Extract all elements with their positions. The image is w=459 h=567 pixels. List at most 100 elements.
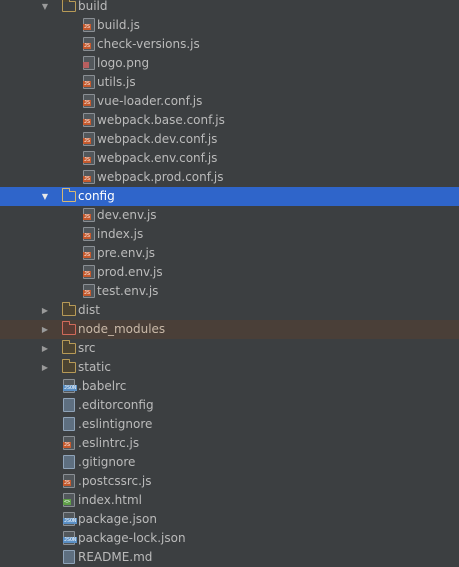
file-name: .postcssrc.js bbox=[78, 474, 152, 488]
file-row-babelrc[interactable]: JSON .babelrc bbox=[0, 377, 459, 396]
file-type-badge: JS bbox=[83, 43, 92, 49]
file-row-index-html[interactable]: <> index.html bbox=[0, 491, 459, 510]
file-row-check-versions-js[interactable]: JS check-versions.js bbox=[0, 35, 459, 54]
file-type-badge: JS bbox=[83, 100, 92, 106]
file-name: webpack.env.conf.js bbox=[97, 151, 218, 165]
file-row-logo-png[interactable]: logo.png bbox=[0, 54, 459, 73]
project-file-tree[interactable]: ▼ build JS build.js JS check-versions.js logo.… bbox=[0, 0, 459, 566]
file-name: test.env.js bbox=[97, 284, 159, 298]
file-row-build-js[interactable]: JS build.js bbox=[0, 16, 459, 35]
file-type-badge: JS bbox=[83, 214, 92, 220]
file-row-prod-env-js[interactable]: JS prod.env.js bbox=[0, 263, 459, 282]
file-type-badge: JS bbox=[83, 119, 92, 125]
file-row-index-js[interactable]: JS index.js bbox=[0, 225, 459, 244]
folder-icon bbox=[62, 340, 76, 354]
file-type-badge: JS bbox=[83, 252, 92, 258]
js-file-icon: JS bbox=[83, 227, 95, 241]
file-name: vue-loader.conf.js bbox=[97, 94, 203, 108]
folder-row-static[interactable]: ▶ static bbox=[0, 358, 459, 377]
file-name: .gitignore bbox=[78, 455, 136, 469]
file-type-badge bbox=[83, 62, 89, 68]
markdown-file-icon bbox=[63, 550, 75, 564]
file-type-badge: JS bbox=[83, 233, 92, 239]
folder-name: static bbox=[78, 360, 111, 374]
file-row-webpack-dev-conf-js[interactable]: JS webpack.dev.conf.js bbox=[0, 130, 459, 149]
file-row-readme-md[interactable]: README.md bbox=[0, 548, 459, 567]
excluded-folder-icon bbox=[62, 321, 76, 335]
file-row-webpack-env-conf-js[interactable]: JS webpack.env.conf.js bbox=[0, 149, 459, 168]
file-name: utils.js bbox=[97, 75, 136, 89]
js-file-icon: JS bbox=[83, 132, 95, 146]
file-row-gitignore[interactable]: .gitignore bbox=[0, 453, 459, 472]
js-file-icon: JS bbox=[83, 246, 95, 260]
folder-name: config bbox=[78, 189, 115, 203]
file-row-eslintrc-js[interactable]: JS .eslintrc.js bbox=[0, 434, 459, 453]
file-row-dev-env-js[interactable]: JS dev.env.js bbox=[0, 206, 459, 225]
folder-row-build[interactable]: ▼ build bbox=[0, 0, 459, 16]
file-type-badge: JS bbox=[83, 290, 92, 296]
json-file-icon: JSON bbox=[63, 531, 78, 545]
file-name: logo.png bbox=[97, 56, 150, 70]
file-row-webpack-base-conf-js[interactable]: JS webpack.base.conf.js bbox=[0, 111, 459, 130]
text-file-icon bbox=[63, 455, 75, 469]
folder-open-icon bbox=[62, 188, 76, 202]
folder-icon bbox=[62, 359, 76, 373]
image-file-icon bbox=[83, 56, 95, 70]
js-file-icon: JS bbox=[83, 208, 95, 222]
file-type-badge: JS bbox=[83, 24, 92, 30]
text-file-icon bbox=[63, 398, 75, 412]
js-file-icon: JS bbox=[63, 436, 75, 450]
folder-name: node_modules bbox=[78, 322, 166, 336]
json-file-icon: JSON bbox=[63, 512, 78, 526]
file-name: webpack.prod.conf.js bbox=[97, 170, 224, 184]
collapse-arrow-icon[interactable]: ▼ bbox=[40, 187, 50, 206]
js-file-icon: JS bbox=[83, 37, 95, 51]
file-type-badge: JSON bbox=[63, 537, 78, 543]
file-type-badge: JSON bbox=[63, 518, 78, 524]
file-row-utils-js[interactable]: JS utils.js bbox=[0, 73, 459, 92]
file-row-package-lock-json[interactable]: JSON package-lock.json bbox=[0, 529, 459, 548]
file-name: index.js bbox=[97, 227, 144, 241]
file-row-vue-loader-conf-js[interactable]: JS vue-loader.conf.js bbox=[0, 92, 459, 111]
file-row-editorconfig[interactable]: .editorconfig bbox=[0, 396, 459, 415]
file-row-test-env-js[interactable]: JS test.env.js bbox=[0, 282, 459, 301]
js-file-icon: JS bbox=[83, 170, 95, 184]
collapse-arrow-icon[interactable]: ▼ bbox=[40, 0, 50, 16]
folder-row-dist[interactable]: ▶ dist bbox=[0, 301, 459, 320]
expand-arrow-icon[interactable]: ▶ bbox=[40, 339, 50, 358]
text-file-icon bbox=[63, 417, 75, 431]
file-name: dev.env.js bbox=[97, 208, 157, 222]
file-name: check-versions.js bbox=[97, 37, 200, 51]
file-name: pre.env.js bbox=[97, 246, 156, 260]
js-file-icon: JS bbox=[83, 18, 95, 32]
expand-arrow-icon[interactable]: ▶ bbox=[40, 320, 50, 339]
folder-name: dist bbox=[78, 303, 100, 317]
html-file-icon: <> bbox=[63, 493, 75, 507]
folder-open-icon bbox=[62, 0, 76, 12]
file-name: .babelrc bbox=[78, 379, 127, 393]
file-name: package-lock.json bbox=[78, 531, 186, 545]
file-name: build.js bbox=[97, 18, 140, 32]
folder-icon bbox=[62, 302, 76, 316]
folder-row-config[interactable]: ▼ config bbox=[0, 187, 459, 206]
folder-row-node-modules[interactable]: ▶ node_modules bbox=[0, 320, 459, 339]
expand-arrow-icon[interactable]: ▶ bbox=[40, 358, 50, 377]
file-row-eslintignore[interactable]: .eslintignore bbox=[0, 415, 459, 434]
file-type-badge: JS bbox=[83, 138, 92, 144]
js-file-icon: JS bbox=[83, 113, 95, 127]
file-row-package-json[interactable]: JSON package.json bbox=[0, 510, 459, 529]
file-type-badge: JSON bbox=[63, 385, 78, 391]
file-row-postcssrc-js[interactable]: JS .postcssrc.js bbox=[0, 472, 459, 491]
file-name: webpack.dev.conf.js bbox=[97, 132, 218, 146]
file-row-pre-env-js[interactable]: JS pre.env.js bbox=[0, 244, 459, 263]
file-name: README.md bbox=[78, 550, 153, 564]
folder-row-src[interactable]: ▶ src bbox=[0, 339, 459, 358]
json-file-icon: JSON bbox=[63, 379, 78, 393]
file-row-webpack-prod-conf-js[interactable]: JS webpack.prod.conf.js bbox=[0, 168, 459, 187]
expand-arrow-icon[interactable]: ▶ bbox=[40, 301, 50, 320]
file-type-badge: JS bbox=[83, 157, 92, 163]
folder-name: build bbox=[78, 0, 108, 13]
js-file-icon: JS bbox=[83, 284, 95, 298]
file-name: .eslintignore bbox=[78, 417, 153, 431]
js-file-icon: JS bbox=[83, 265, 95, 279]
